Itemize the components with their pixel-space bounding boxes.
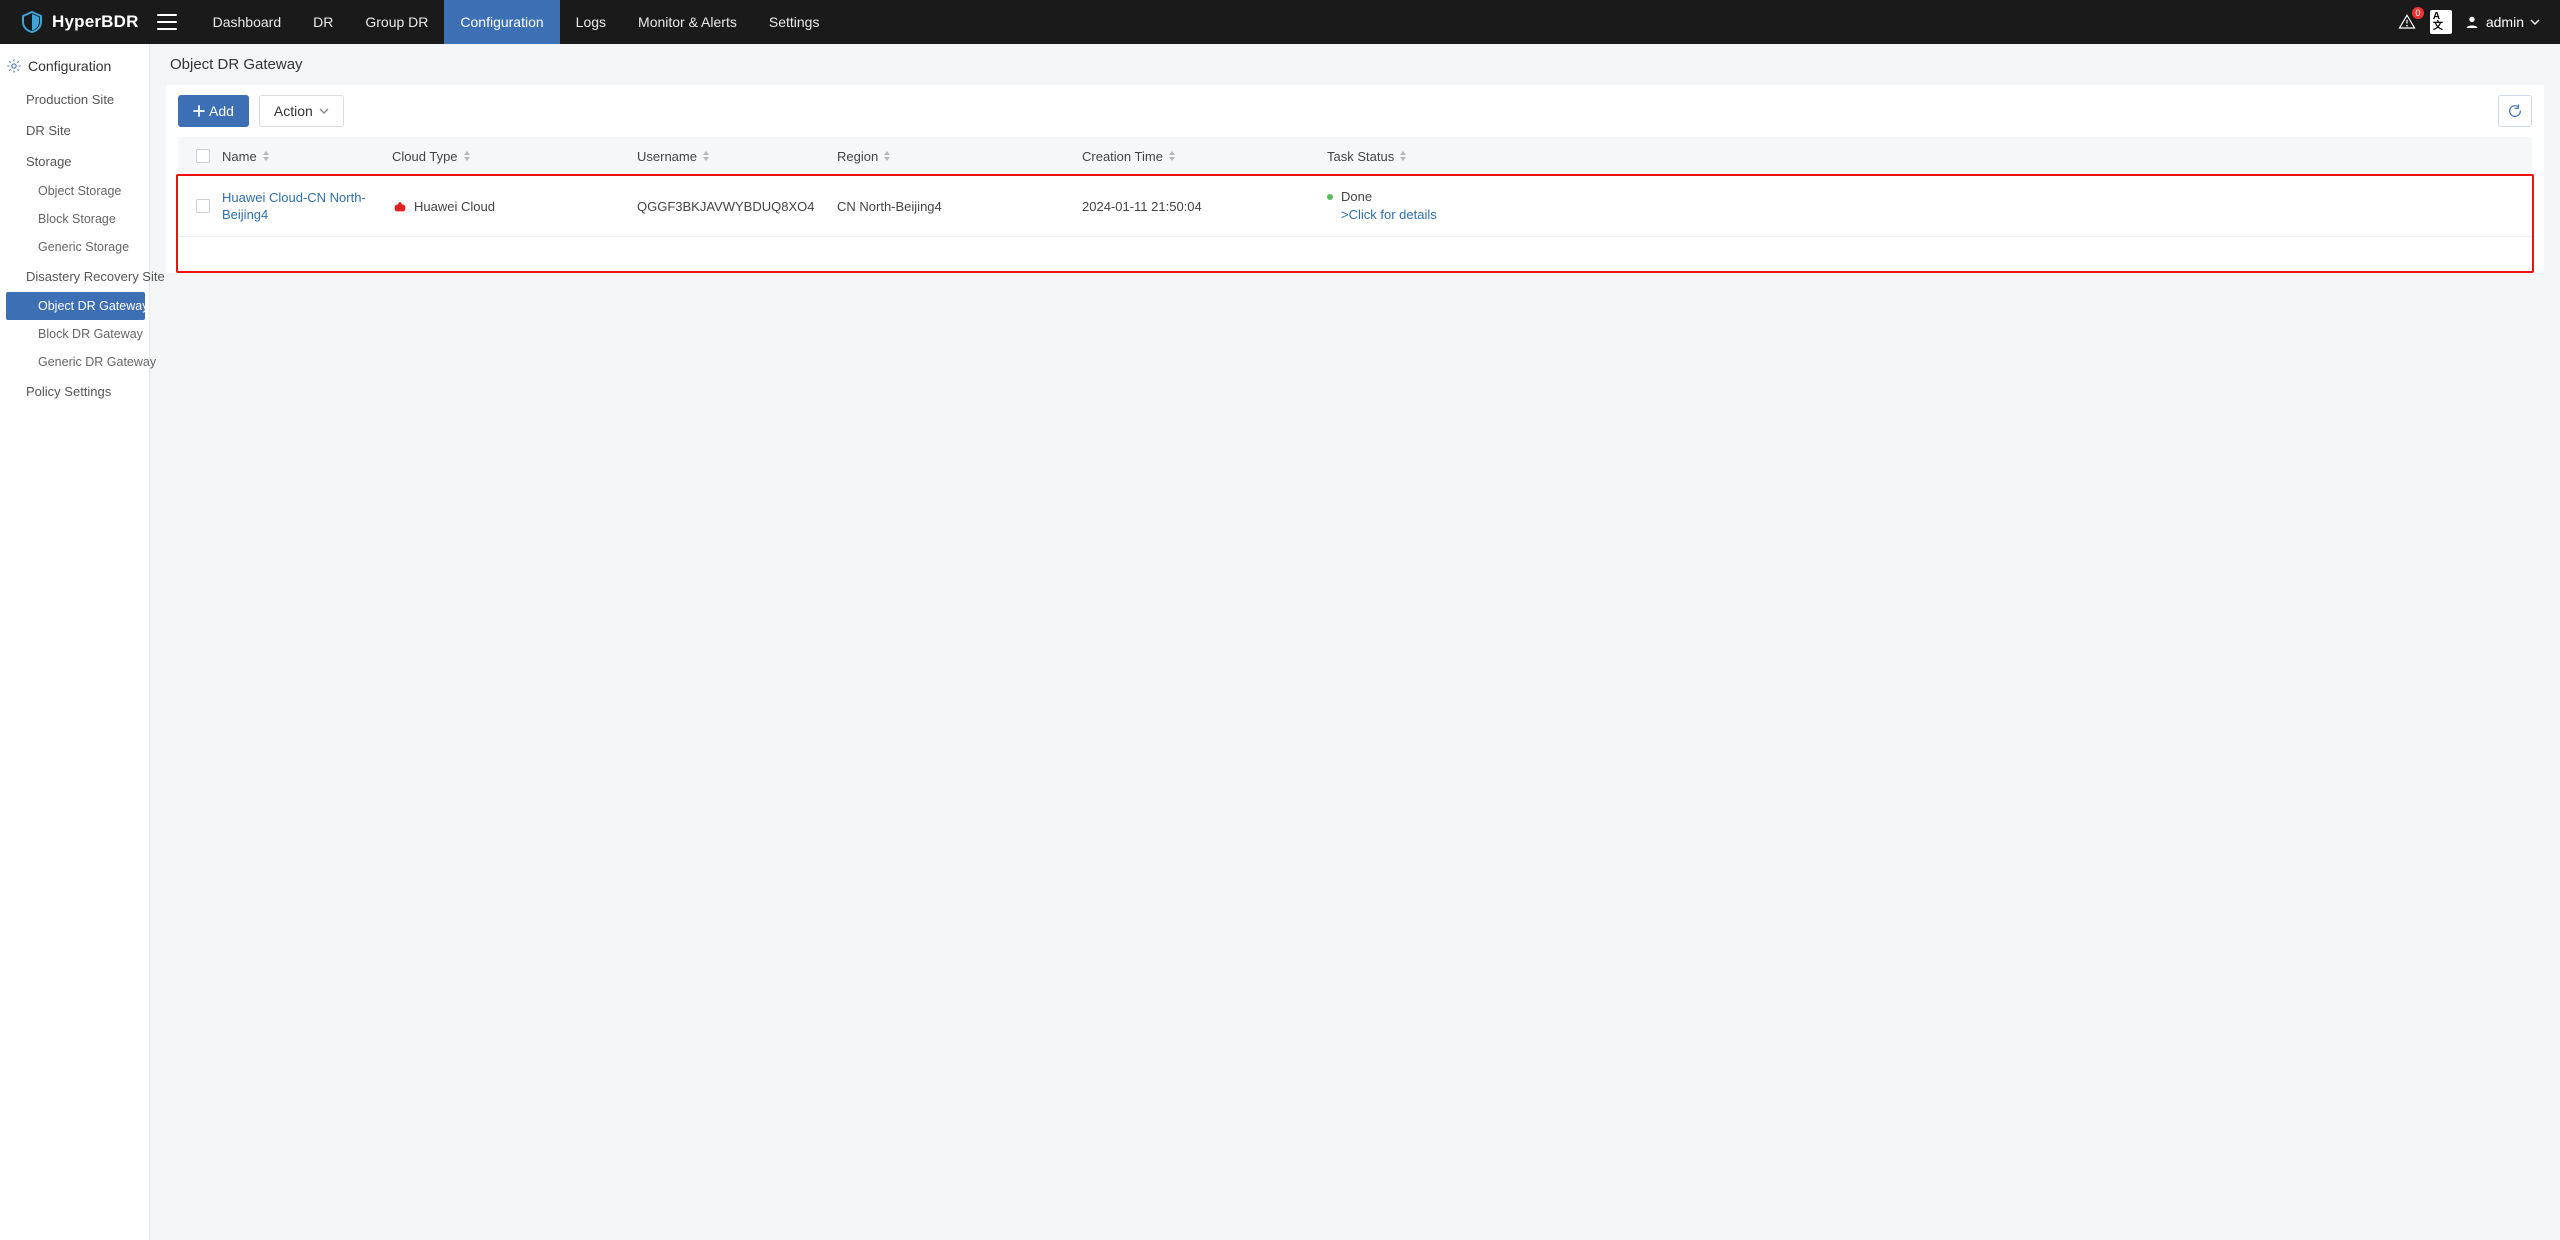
user-menu[interactable]: admin [2464, 14, 2540, 30]
row-region: CN North-Beijing4 [837, 199, 1082, 214]
sort-icon [703, 151, 709, 161]
sidebar-item-generic-storage[interactable]: Generic Storage [0, 233, 149, 261]
chevron-down-icon [2530, 17, 2540, 27]
add-button[interactable]: Add [178, 95, 249, 127]
toolbar: Add Action [178, 95, 2532, 127]
row-name-link[interactable]: Huawei Cloud-CN North-Beijing4 [222, 190, 366, 223]
content-panel: Add Action [166, 85, 2544, 273]
hamburger-icon[interactable] [157, 14, 177, 30]
sidebar-item-block-dr-gateway[interactable]: Block DR Gateway [0, 320, 149, 348]
plus-icon [193, 105, 205, 117]
refresh-icon [2507, 103, 2523, 119]
column-name[interactable]: Name [222, 149, 392, 164]
row-cloud-type-label: Huawei Cloud [414, 199, 495, 214]
status-details-link[interactable]: >Click for details [1341, 206, 1437, 224]
column-task-status-label: Task Status [1327, 149, 1394, 164]
page-title: Object DR Gateway [166, 56, 2544, 73]
sort-icon [263, 151, 269, 161]
sort-icon [1169, 151, 1175, 161]
nav-dr[interactable]: DR [297, 0, 349, 44]
logo-text: HyperBDR [52, 12, 139, 32]
nav-configuration[interactable]: Configuration [444, 0, 559, 44]
row-cloud-type: Huawei Cloud [392, 199, 637, 214]
column-region[interactable]: Region [837, 149, 1082, 164]
status-dot-icon [1327, 194, 1333, 200]
column-cloud-type-label: Cloud Type [392, 149, 458, 164]
column-cloud-type[interactable]: Cloud Type [392, 149, 637, 164]
sidebar-item-generic-dr-gateway[interactable]: Generic DR Gateway [0, 348, 149, 376]
language-switch[interactable]: A文 [2430, 11, 2452, 33]
sidebar-item-dr-site-group[interactable]: Disastery Recovery Site [0, 261, 149, 292]
gear-icon [6, 58, 22, 74]
main-content: Object DR Gateway Add Action [150, 44, 2560, 1240]
row-checkbox[interactable] [184, 199, 222, 213]
user-icon [2464, 14, 2480, 30]
column-region-label: Region [837, 149, 878, 164]
table-body-highlighted: Huawei Cloud-CN North-Beijing4 Huawei Cl… [176, 174, 2534, 273]
table-row[interactable]: Huawei Cloud-CN North-Beijing4 Huawei Cl… [178, 176, 2532, 237]
refresh-button[interactable] [2498, 95, 2532, 127]
sidebar-section-title: Configuration [0, 48, 149, 84]
nav-group-dr[interactable]: Group DR [349, 0, 444, 44]
sidebar: Configuration Production Site DR Site St… [0, 44, 150, 1240]
nav-logs[interactable]: Logs [560, 0, 622, 44]
alerts-icon[interactable]: 0 [2396, 11, 2418, 33]
topbar: HyperBDR Dashboard DR Group DR Configura… [0, 0, 2560, 44]
row-creation-time: 2024-01-11 21:50:04 [1082, 199, 1327, 214]
nav-dashboard[interactable]: Dashboard [197, 0, 298, 44]
sidebar-item-storage[interactable]: Storage [0, 146, 149, 177]
sort-icon [1400, 151, 1406, 161]
sort-icon [464, 151, 470, 161]
column-username[interactable]: Username [637, 149, 837, 164]
nav-monitor-alerts[interactable]: Monitor & Alerts [622, 0, 753, 44]
select-all-checkbox[interactable] [184, 149, 222, 163]
user-name: admin [2486, 14, 2524, 30]
column-creation-time[interactable]: Creation Time [1082, 149, 1327, 164]
column-task-status[interactable]: Task Status [1327, 149, 2526, 164]
sidebar-title-label: Configuration [28, 58, 111, 74]
sidebar-item-production-site[interactable]: Production Site [0, 84, 149, 115]
status-text: Done [1341, 188, 1437, 206]
sort-icon [884, 151, 890, 161]
row-username: QGGF3BKJAVWYBDUQ8XO4 [637, 199, 837, 214]
sidebar-item-policy-settings[interactable]: Policy Settings [0, 376, 149, 407]
alerts-badge: 0 [2412, 7, 2424, 19]
column-name-label: Name [222, 149, 257, 164]
sidebar-item-object-dr-gateway[interactable]: Object DR Gateway [6, 292, 145, 320]
sidebar-item-object-storage[interactable]: Object Storage [0, 177, 149, 205]
action-button-label: Action [274, 103, 313, 119]
column-creation-time-label: Creation Time [1082, 149, 1163, 164]
topbar-right: 0 A文 admin [2396, 11, 2540, 33]
column-username-label: Username [637, 149, 697, 164]
add-button-label: Add [209, 103, 234, 119]
shield-logo-icon [20, 10, 44, 34]
sidebar-item-dr-site[interactable]: DR Site [0, 115, 149, 146]
action-dropdown[interactable]: Action [259, 95, 344, 127]
row-task-status: Done >Click for details [1327, 188, 2526, 224]
table-header: Name Cloud Type Username Region Creation… [178, 137, 2532, 175]
nav-settings[interactable]: Settings [753, 0, 836, 44]
sidebar-item-block-storage[interactable]: Block Storage [0, 205, 149, 233]
chevron-down-icon [319, 106, 329, 116]
huawei-cloud-icon [392, 199, 408, 213]
language-badge: A文 [2430, 10, 2452, 34]
gateway-table: Name Cloud Type Username Region Creation… [178, 137, 2532, 273]
top-nav: Dashboard DR Group DR Configuration Logs… [197, 0, 836, 44]
logo[interactable]: HyperBDR [20, 10, 139, 34]
